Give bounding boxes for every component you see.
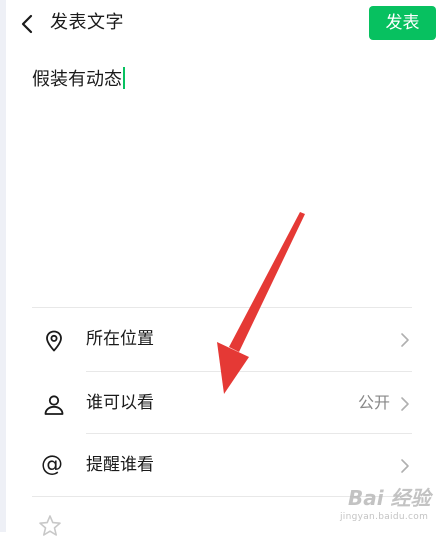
page-title: 发表文字 xyxy=(50,12,124,33)
post-text-editor[interactable]: 假装有动态 xyxy=(32,66,412,286)
back-arrow-icon xyxy=(21,14,33,34)
post-text: 假装有动态 xyxy=(32,69,122,90)
chevron-right-icon xyxy=(401,397,409,411)
star-icon xyxy=(39,515,61,536)
chevron-right-icon xyxy=(401,333,409,347)
watermark-brand: Bai 经验 xyxy=(348,486,431,510)
option-row-location[interactable]: 所在位置 xyxy=(32,309,412,371)
option-divider xyxy=(86,433,412,434)
options-top-divider xyxy=(32,307,412,308)
at-sign-icon: @ xyxy=(41,452,63,477)
option-value-visibility: 公开 xyxy=(357,393,390,412)
publish-button[interactable]: 发表 xyxy=(369,6,436,40)
watermark: Bai 经验 jingyan.baidu.com xyxy=(322,480,438,530)
option-label-location: 所在位置 xyxy=(86,329,154,349)
option-row-visibility[interactable]: 谁可以看 公开 xyxy=(32,373,412,435)
location-pin-icon xyxy=(46,330,62,352)
watermark-site: jingyan.baidu.com xyxy=(340,512,429,522)
option-label-mention: 提醒谁看 xyxy=(86,455,154,475)
top-bar: 发表文字 发表 xyxy=(0,0,442,48)
text-caret xyxy=(123,67,125,89)
person-icon xyxy=(44,395,64,415)
back-button[interactable] xyxy=(14,9,44,39)
chevron-right-icon xyxy=(401,459,409,473)
option-divider xyxy=(86,371,412,372)
option-label-visibility: 谁可以看 xyxy=(86,393,154,413)
left-edge-strip xyxy=(0,0,6,532)
